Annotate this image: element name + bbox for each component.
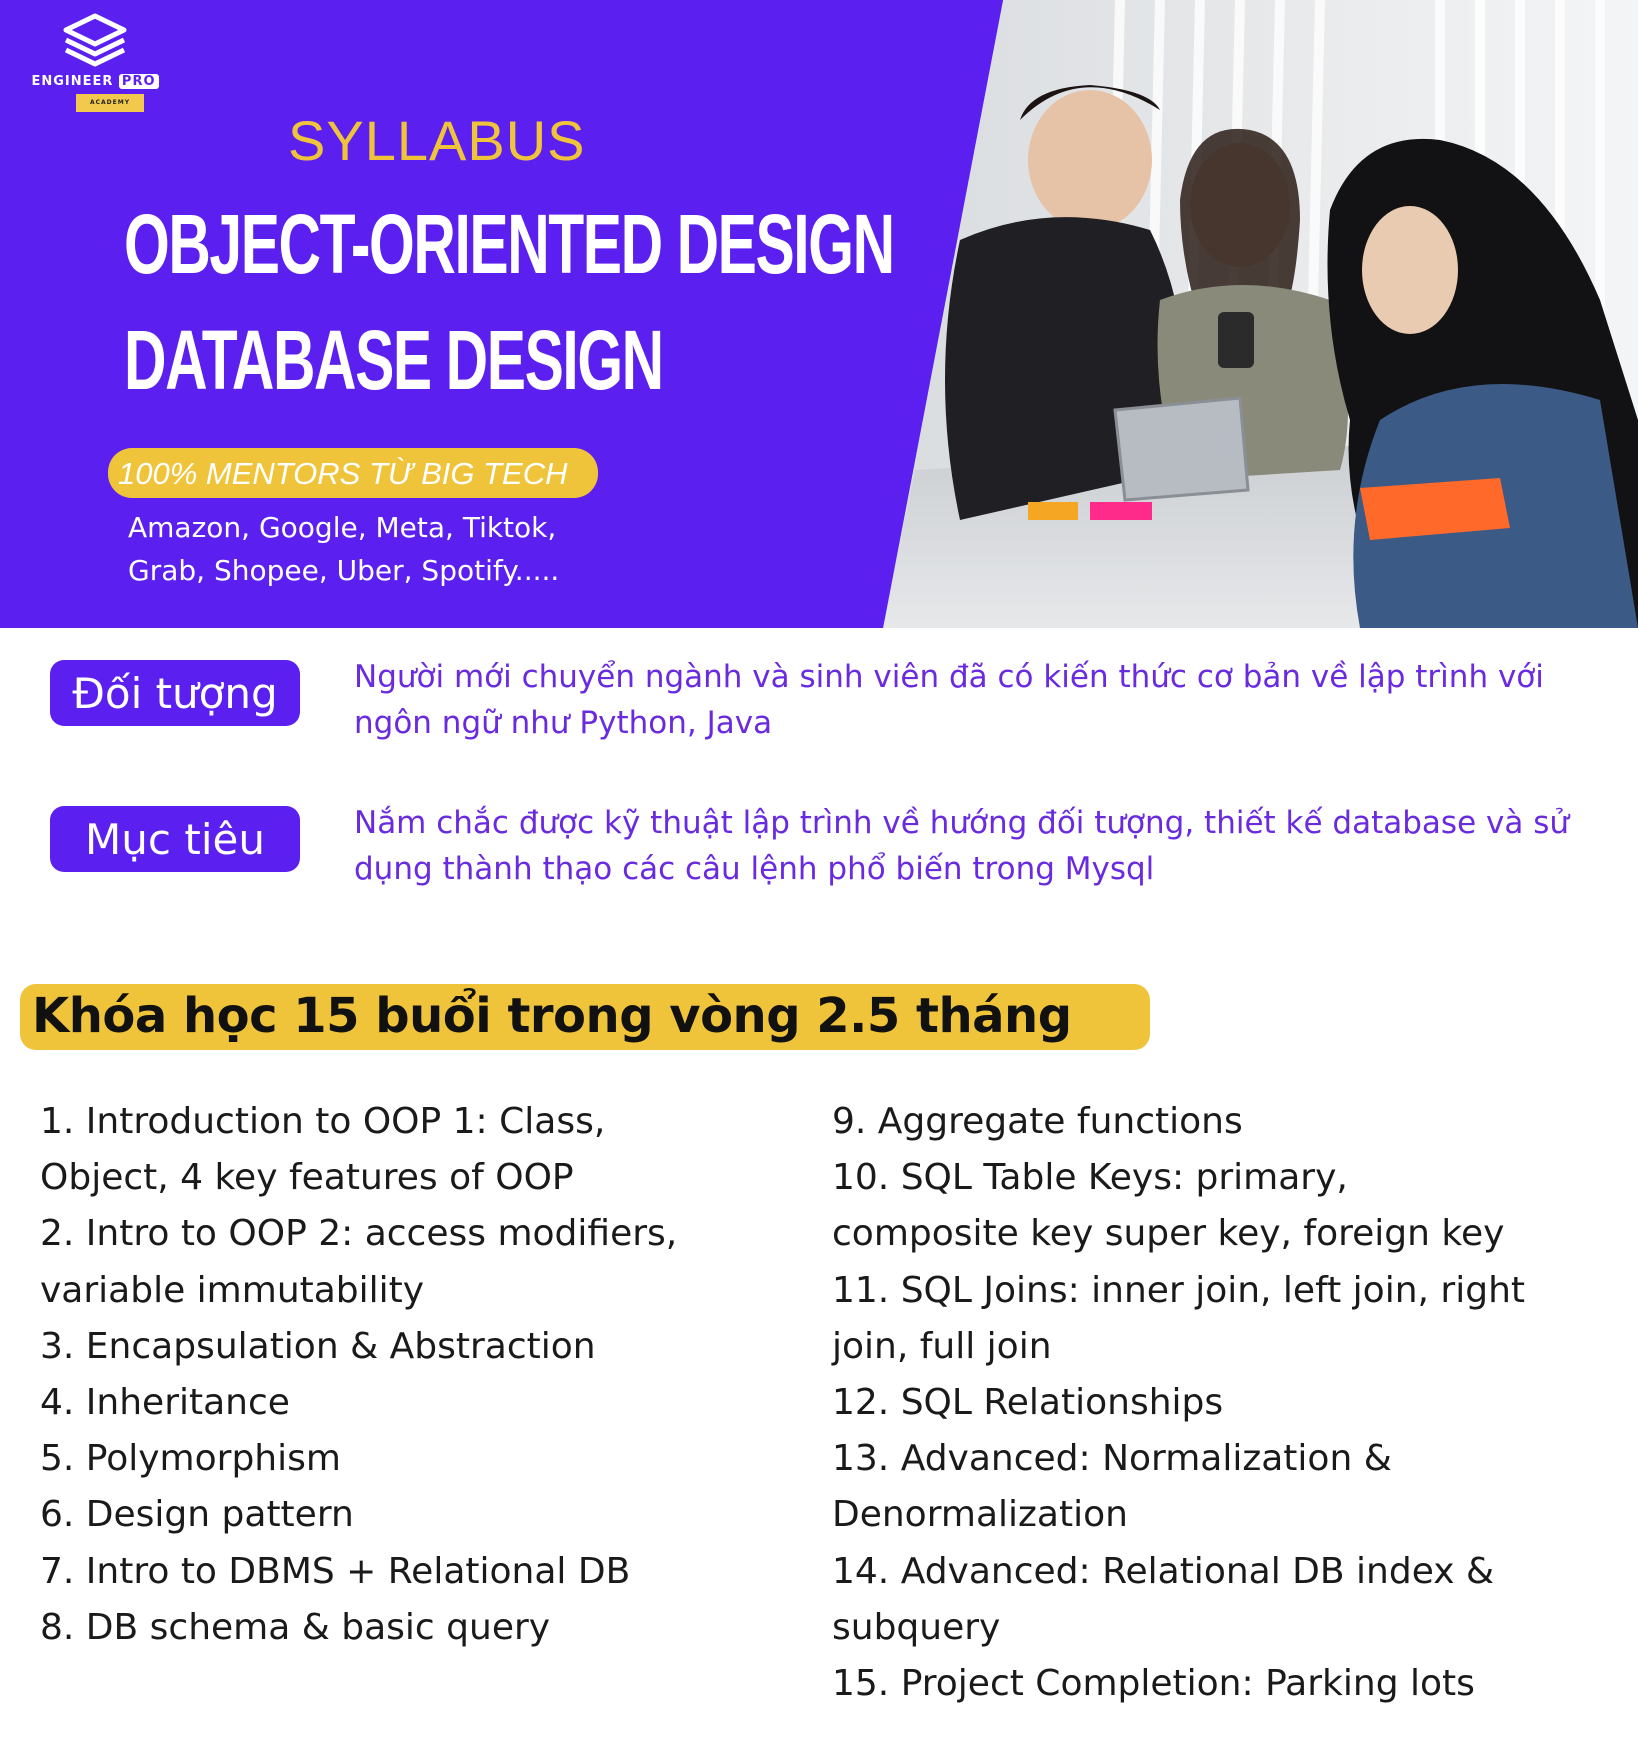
hero-banner: ENGINEER PRO ACADEMY SYLLABUS OBJECT-ORI… <box>0 0 1638 628</box>
lesson-line: 5. Polymorphism <box>40 1438 341 1480</box>
lesson-line: variable immutability <box>40 1269 425 1311</box>
logo-wordmark: ENGINEER PRO <box>20 74 170 89</box>
lesson-line: Denormalization <box>832 1494 1128 1536</box>
lesson-list-right: 9. Aggregate functions 10. SQL Table Key… <box>832 1094 1632 1712</box>
lesson-line: 11. SQL Joins: inner join, left join, ri… <box>832 1269 1525 1311</box>
company-list-line-1: Amazon, Google, Meta, Tiktok, <box>128 511 557 544</box>
lesson-line: 9. Aggregate functions <box>832 1101 1243 1142</box>
lesson-line: 7. Intro to DBMS + Relational DB <box>40 1550 631 1592</box>
objective-badge: Mục tiêu <box>50 806 300 872</box>
audience-badge: Đối tượng <box>50 660 300 726</box>
lesson-line: Object, 4 key features of OOP <box>40 1157 574 1199</box>
course-duration-banner: Khóa học 15 buổi trong vòng 2.5 tháng <box>20 984 1150 1050</box>
lesson-line: 13. Advanced: Normalization & <box>832 1438 1392 1480</box>
lesson-line: join, full join <box>832 1325 1052 1367</box>
lesson-list-left: 1. Introduction to OOP 1: Class, Object,… <box>40 1094 800 1656</box>
company-list-line-2: Grab, Shopee, Uber, Spotify..... <box>128 554 560 587</box>
logo-tagline: ACADEMY <box>76 94 144 112</box>
stacked-layers-icon <box>63 13 127 67</box>
mentor-badge: 100% MENTORS TỪ BIG TECH <box>108 448 598 498</box>
lesson-line: 8. DB schema & basic query <box>40 1606 551 1648</box>
lesson-line: subquery <box>832 1606 1001 1648</box>
lesson-line: composite key super key, foreign key <box>832 1213 1505 1255</box>
course-duration-text: Khóa học 15 buổi trong vòng 2.5 tháng <box>32 988 1072 1044</box>
lesson-line: 15. Project Completion: Parking lots <box>832 1663 1475 1705</box>
lesson-line: 4. Inheritance <box>40 1382 290 1424</box>
audience-description: Người mới chuyển ngành và sinh viên đã c… <box>354 659 1544 741</box>
lesson-line: 1. Introduction to OOP 1: Class, <box>40 1101 606 1142</box>
title-line-2: DATABASE DESIGN <box>124 313 664 407</box>
title-line-1: OBJECT-ORIENTED DESIGN <box>124 197 895 291</box>
syllabus-label: SYLLABUS <box>288 109 586 172</box>
mentor-badge-text: 100% MENTORS TỪ BIG TECH <box>118 456 568 491</box>
lesson-line: 12. SQL Relationships <box>832 1382 1224 1424</box>
lesson-line: 10. SQL Table Keys: primary, <box>832 1157 1348 1199</box>
engineer-pro-logo: ENGINEER PRO ACADEMY <box>20 10 170 112</box>
company-list: Amazon, Google, Meta, Tiktok, Grab, Shop… <box>128 506 688 592</box>
objective-description: Nắm chắc được kỹ thuật lập trình về hướn… <box>354 805 1569 887</box>
lesson-line: 14. Advanced: Relational DB index & <box>832 1550 1495 1592</box>
lesson-line: 3. Encapsulation & Abstraction <box>40 1325 596 1367</box>
lesson-line: 6. Design pattern <box>40 1494 354 1536</box>
lesson-line: 2. Intro to OOP 2: access modifiers, <box>40 1213 678 1255</box>
